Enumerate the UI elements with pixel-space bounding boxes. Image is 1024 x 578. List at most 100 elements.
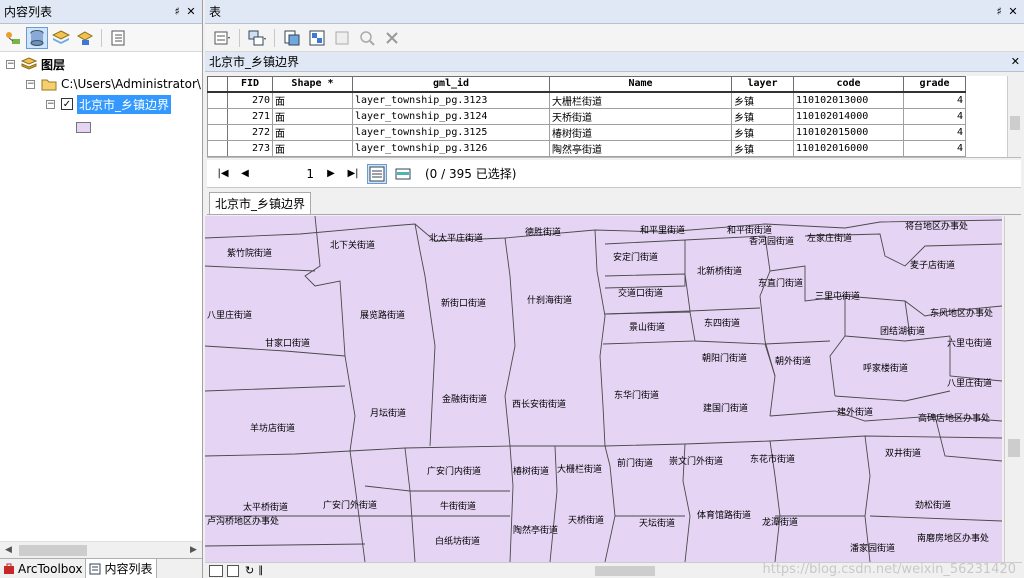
cell-name[interactable]: 陶然亭街道: [549, 139, 732, 157]
tab-table-of-contents[interactable]: 内容列表: [86, 559, 157, 578]
cell-code[interactable]: 110102014000: [793, 107, 904, 125]
legend-swatch[interactable]: [76, 118, 91, 136]
cell-layer[interactable]: 乡镇: [731, 107, 794, 125]
previous-record-icon[interactable]: ◀: [237, 168, 253, 179]
cell-shape[interactable]: 面: [272, 139, 353, 157]
scroll-left-icon[interactable]: ◀: [0, 545, 17, 555]
tree-node-layers[interactable]: − 图层: [6, 55, 65, 73]
table-vertical-scrollbar[interactable]: [1007, 76, 1021, 157]
table-row[interactable]: 273 面 layer_township_pg.3126 陶然亭街道 乡镇 11…: [207, 139, 966, 157]
collapse-icon[interactable]: −: [6, 59, 15, 69]
tab-table-layer[interactable]: 北京市_乡镇边界: [209, 192, 312, 214]
switch-selection-button[interactable]: [306, 27, 328, 49]
row-selector[interactable]: [207, 91, 228, 109]
layer-visibility-checkbox[interactable]: ✓: [61, 98, 73, 110]
column-header-grade[interactable]: grade: [903, 76, 966, 93]
pin-icon[interactable]: ♯: [992, 5, 1006, 18]
current-record-input[interactable]: 1: [259, 164, 317, 183]
row-selector[interactable]: [207, 123, 228, 141]
scroll-thumb[interactable]: [19, 544, 87, 556]
toolbar-separator: [239, 28, 240, 47]
cell-grade[interactable]: 4: [903, 139, 966, 157]
close-icon[interactable]: ✕: [1011, 55, 1020, 68]
zoom-to-selected-button[interactable]: [356, 27, 378, 49]
cell-shape[interactable]: 面: [272, 123, 353, 141]
cell-name[interactable]: 椿树街道: [549, 123, 732, 141]
show-selected-records-button[interactable]: [393, 164, 413, 184]
pause-drawing-icon[interactable]: ‖: [258, 565, 263, 576]
tree-node-layer[interactable]: − ✓ 北京市_乡镇边界: [46, 94, 172, 114]
delete-selected-button[interactable]: [381, 27, 403, 49]
cell-grade[interactable]: 4: [903, 107, 966, 125]
cell-layer[interactable]: 乡镇: [731, 91, 794, 109]
first-record-icon[interactable]: |◀: [215, 168, 231, 179]
cell-name[interactable]: 大栅栏街道: [549, 91, 732, 109]
cell-fid[interactable]: 272: [227, 123, 273, 141]
list-by-drawing-order-button[interactable]: [2, 27, 24, 49]
cell-layer[interactable]: 乡镇: [731, 123, 794, 141]
row-selector[interactable]: [207, 107, 228, 125]
last-record-icon[interactable]: ▶|: [345, 168, 361, 179]
cell-grade[interactable]: 4: [903, 123, 966, 141]
scroll-track[interactable]: [17, 543, 185, 558]
cell-name[interactable]: 天桥街道: [549, 107, 732, 125]
cell-fid[interactable]: 270: [227, 91, 273, 109]
cell-code[interactable]: 110102016000: [793, 139, 904, 157]
cell-gml-id[interactable]: layer_township_pg.3125: [352, 123, 550, 141]
cell-gml-id[interactable]: layer_township_pg.3124: [352, 107, 550, 125]
map-label: 北下关街道: [330, 241, 376, 251]
collapse-icon[interactable]: −: [46, 99, 55, 109]
tree-label-layer[interactable]: 北京市_乡镇边界: [77, 94, 172, 114]
close-icon[interactable]: ✕: [1006, 5, 1020, 18]
cell-shape[interactable]: 面: [272, 107, 353, 125]
cell-gml-id[interactable]: layer_township_pg.3126: [352, 139, 550, 157]
column-header-name[interactable]: Name: [549, 76, 732, 93]
tab-arctoolbox[interactable]: ArcToolbox: [0, 559, 87, 578]
refresh-icon[interactable]: ↻: [245, 564, 254, 577]
collapse-icon[interactable]: −: [26, 79, 35, 89]
table-row[interactable]: 270 面 layer_township_pg.3123 大栅栏街道 乡镇 11…: [207, 91, 966, 109]
cell-fid[interactable]: 271: [227, 107, 273, 125]
table-options-button[interactable]: [211, 27, 233, 49]
pin-icon[interactable]: ♯: [170, 5, 184, 18]
scroll-thumb[interactable]: [1010, 116, 1020, 130]
list-by-source-button[interactable]: [26, 26, 48, 49]
tree-node-folder[interactable]: − C:\Users\Administrator\: [26, 75, 201, 93]
cell-fid[interactable]: 273: [227, 139, 273, 157]
show-all-records-button[interactable]: [367, 163, 387, 184]
layout-view-icon[interactable]: [227, 564, 239, 577]
map-view[interactable]: 紫竹院街道 北下关街道 北太平庄街道 德胜街道 和平里街道 和平街街道 香河园街…: [205, 216, 1002, 562]
options-button[interactable]: [107, 27, 129, 49]
table-row[interactable]: 271 面 layer_township_pg.3124 天桥街道 乡镇 110…: [207, 107, 966, 125]
scroll-right-icon[interactable]: ▶: [185, 545, 202, 555]
cell-grade[interactable]: 4: [903, 91, 966, 109]
cell-layer[interactable]: 乡镇: [731, 139, 794, 157]
column-header-gml-id[interactable]: gml_id: [352, 76, 550, 93]
row-selector-header[interactable]: [207, 76, 228, 93]
map-vertical-scrollbar[interactable]: [1004, 216, 1022, 562]
table-row[interactable]: 272 面 layer_township_pg.3125 椿树街道 乡镇 110…: [207, 123, 966, 141]
select-by-attributes-button[interactable]: [281, 27, 303, 49]
column-header-layer[interactable]: layer: [731, 76, 794, 93]
cell-gml-id[interactable]: layer_township_pg.3123: [352, 91, 550, 109]
cell-code[interactable]: 110102013000: [793, 91, 904, 109]
next-record-icon[interactable]: ▶: [323, 168, 339, 179]
column-header-shape[interactable]: Shape *: [272, 76, 353, 93]
data-view-icon[interactable]: [209, 564, 223, 577]
column-header-code[interactable]: code: [793, 76, 904, 93]
toc-horizontal-scrollbar[interactable]: ◀ ▶: [0, 541, 202, 558]
cell-code[interactable]: 110102015000: [793, 123, 904, 141]
clear-selection-button[interactable]: [331, 27, 353, 49]
scroll-thumb[interactable]: [1008, 439, 1020, 457]
watermark: https://blog.csdn.net/weixin_56231420: [762, 562, 1016, 577]
row-selector[interactable]: [207, 139, 228, 157]
map-horizontal-scroll-thumb[interactable]: [595, 566, 655, 576]
list-by-selection-button[interactable]: [74, 27, 96, 49]
map-label: 安定门街道: [613, 253, 659, 263]
related-tables-button[interactable]: [246, 27, 268, 49]
list-by-visibility-button[interactable]: [50, 27, 72, 49]
column-header-fid[interactable]: FID: [227, 76, 273, 93]
map-label: 建国门街道: [703, 404, 749, 414]
cell-shape[interactable]: 面: [272, 91, 353, 109]
close-icon[interactable]: ✕: [184, 5, 198, 18]
